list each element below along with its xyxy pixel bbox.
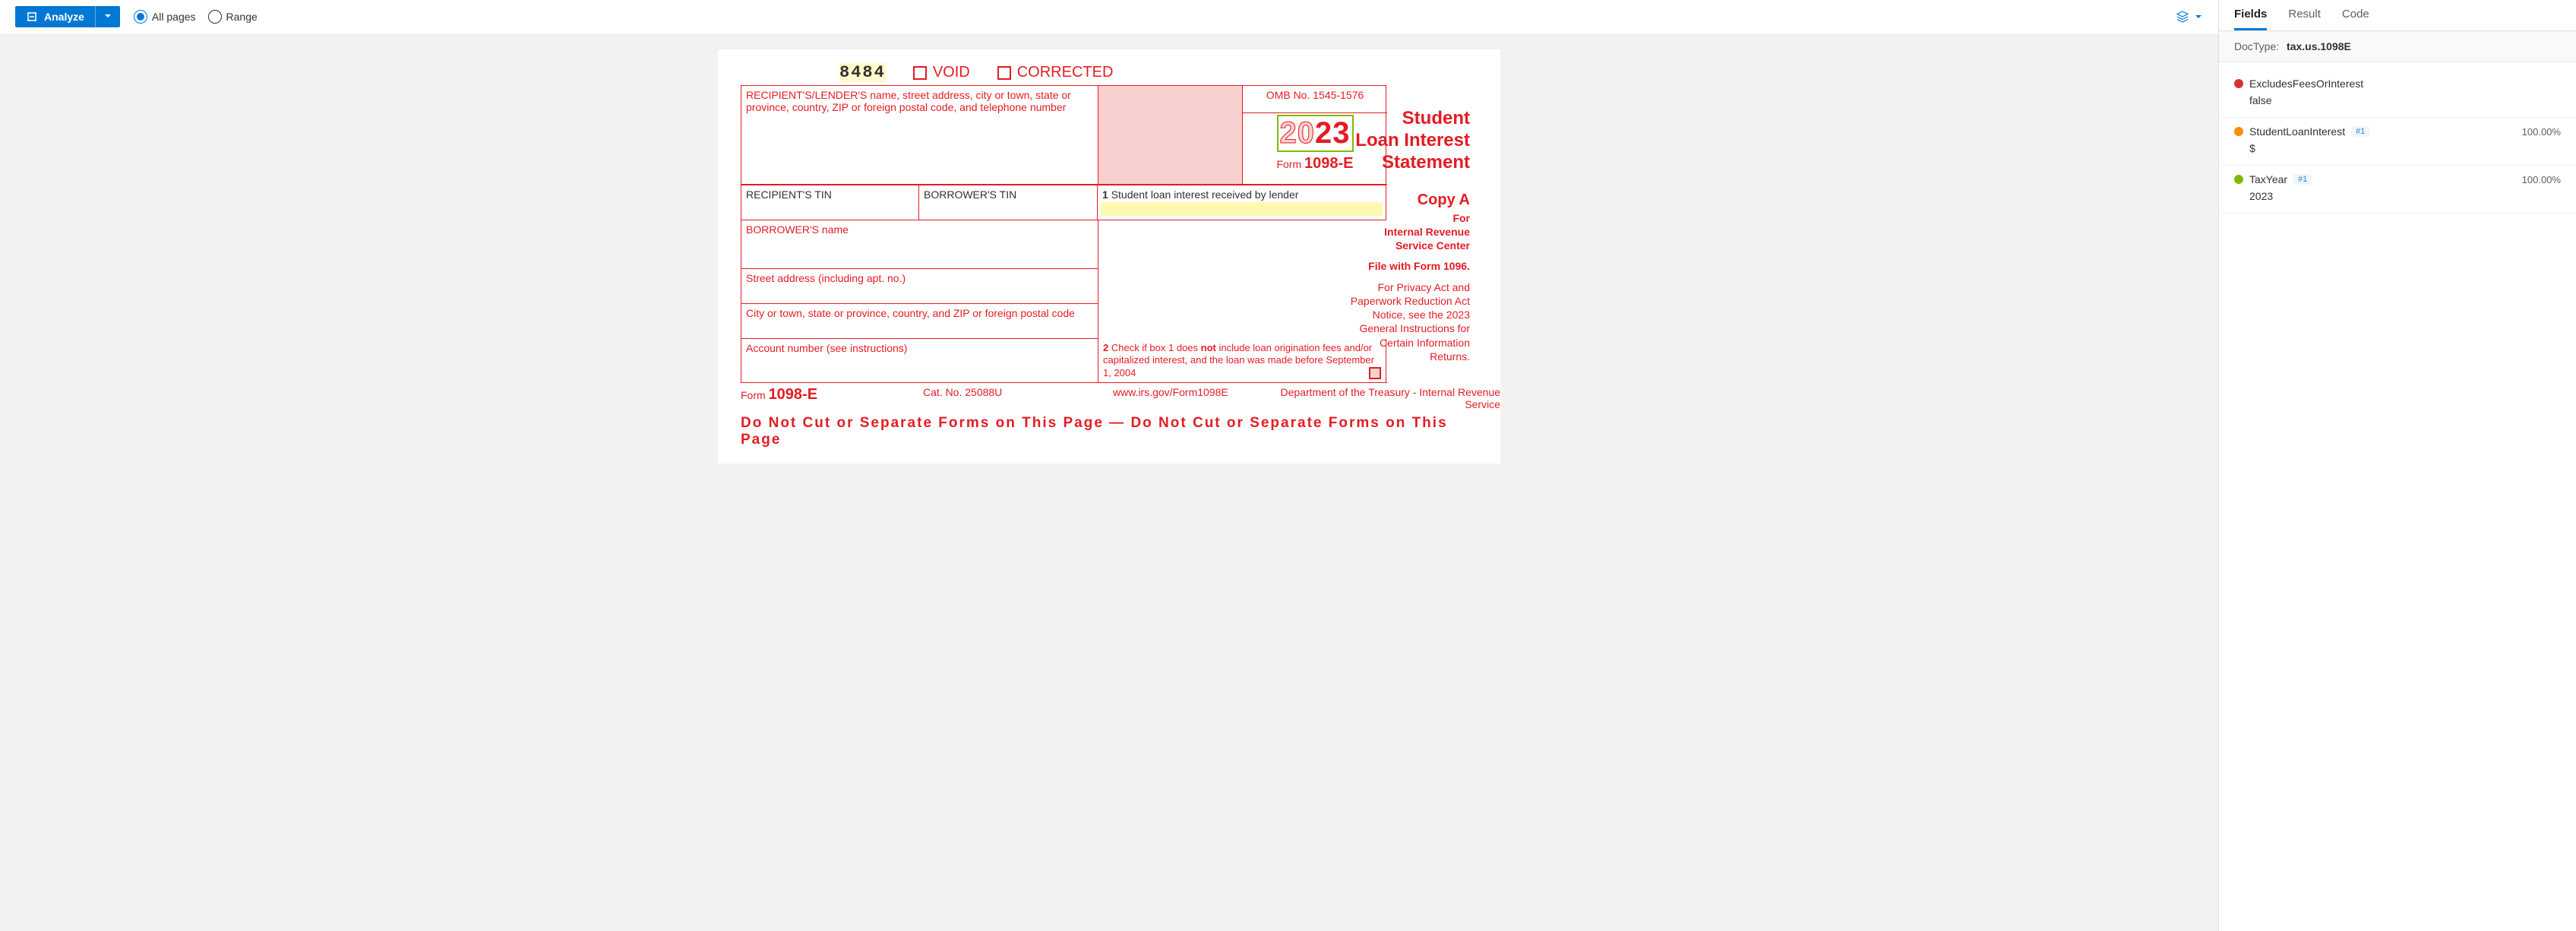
doctype-label: DocType:: [2234, 40, 2279, 52]
chevron-down-icon: [103, 11, 112, 21]
box2-cell: 2 Check if box 1 does not include loan o…: [1098, 339, 1387, 383]
warning-line: Do Not Cut or Separate Forms on This Pag…: [741, 415, 1478, 448]
tab-code[interactable]: Code: [2342, 8, 2369, 30]
chevron-down-icon: [2194, 12, 2203, 21]
street-cell: Street address (including apt. no.): [741, 269, 1098, 304]
checkbox-icon: [1369, 367, 1381, 379]
results-panel: Fields Result Code DocType: tax.us.1098E…: [2219, 0, 2576, 931]
field-value: $: [2249, 142, 2561, 154]
checkbox-icon: [913, 66, 927, 80]
field-badge: #1: [2293, 174, 2312, 185]
field-name: ExcludesFeesOrInterest: [2249, 78, 2363, 90]
doctype-row: DocType: tax.us.1098E: [2219, 31, 2576, 62]
borrower-name-cell: BORROWER'S name: [741, 220, 1098, 269]
field-block[interactable]: TaxYear #1 100.00% 2023: [2219, 166, 2576, 214]
color-dot: [2234, 79, 2243, 88]
field-badge: #1: [2351, 126, 2369, 137]
field-value: 2023: [2249, 190, 2561, 202]
year-cell: 2023 Form 1098-E: [1243, 113, 1387, 185]
radio-label: All pages: [152, 11, 196, 23]
analyze-main[interactable]: Analyze: [15, 6, 95, 27]
field-block[interactable]: StudentLoanInterest #1 100.00% $: [2219, 118, 2576, 166]
corrected-checkbox: CORRECTED: [997, 64, 1114, 81]
tab-fields[interactable]: Fields: [2234, 8, 2267, 30]
analyze-button[interactable]: Analyze: [15, 6, 120, 27]
color-dot: [2234, 175, 2243, 184]
field-value: false: [2249, 94, 2561, 106]
color-dot: [2234, 127, 2243, 136]
analyze-dropdown[interactable]: [95, 6, 120, 27]
omb-cell: OMB No. 1545-1576: [1243, 86, 1387, 113]
borrower-tin-cell: BORROWER'S TIN: [919, 185, 1098, 220]
panel-tabs: Fields Result Code: [2219, 0, 2576, 31]
field-name: TaxYear: [2249, 173, 2287, 185]
layers-dropdown[interactable]: [2176, 10, 2203, 24]
toolbar: Analyze All pages Range: [0, 0, 2218, 34]
page-range-group: All pages Range: [134, 10, 258, 24]
form-footer: Form 1098-E Cat. No. 25088U www.irs.gov/…: [741, 383, 1500, 410]
fields-list: ExcludesFeesOrInterest false StudentLoanIn…: [2219, 62, 2576, 221]
layers-icon: [2176, 10, 2189, 24]
box1-cell: 1 Student loan interest received by lend…: [1098, 185, 1386, 220]
document-page: 8484 VOID CORRECTED Student: [718, 49, 1500, 464]
radio-all-pages[interactable]: All pages: [134, 10, 196, 24]
void-label: VOID: [933, 64, 970, 81]
form-sequence: 8484: [839, 63, 886, 82]
document-viewer[interactable]: 8484 VOID CORRECTED Student: [0, 34, 2218, 931]
field-confidence: 100.00%: [2522, 174, 2561, 185]
checkbox-icon: [997, 66, 1011, 80]
radio-label: Range: [226, 11, 258, 23]
analyze-icon: [26, 11, 38, 23]
shaded-cell: [1098, 86, 1243, 185]
analyze-label: Analyze: [44, 11, 84, 23]
field-confidence: 100.00%: [2522, 126, 2561, 138]
field-block[interactable]: ExcludesFeesOrInterest false: [2219, 70, 2576, 118]
account-cell: Account number (see instructions): [741, 339, 1098, 383]
tab-result[interactable]: Result: [2288, 8, 2321, 30]
field-name: StudentLoanInterest: [2249, 125, 2345, 138]
recipient-tin-cell: RECIPIENT'S TIN: [741, 185, 919, 220]
radio-range[interactable]: Range: [208, 10, 258, 24]
doctype-value: tax.us.1098E: [2287, 40, 2351, 52]
void-checkbox: VOID: [913, 64, 970, 81]
city-cell: City or town, state or province, country…: [741, 304, 1098, 339]
recipient-header-cell: RECIPIENT'S/LENDER'S name, street addres…: [741, 86, 1098, 185]
corrected-label: CORRECTED: [1017, 64, 1114, 81]
